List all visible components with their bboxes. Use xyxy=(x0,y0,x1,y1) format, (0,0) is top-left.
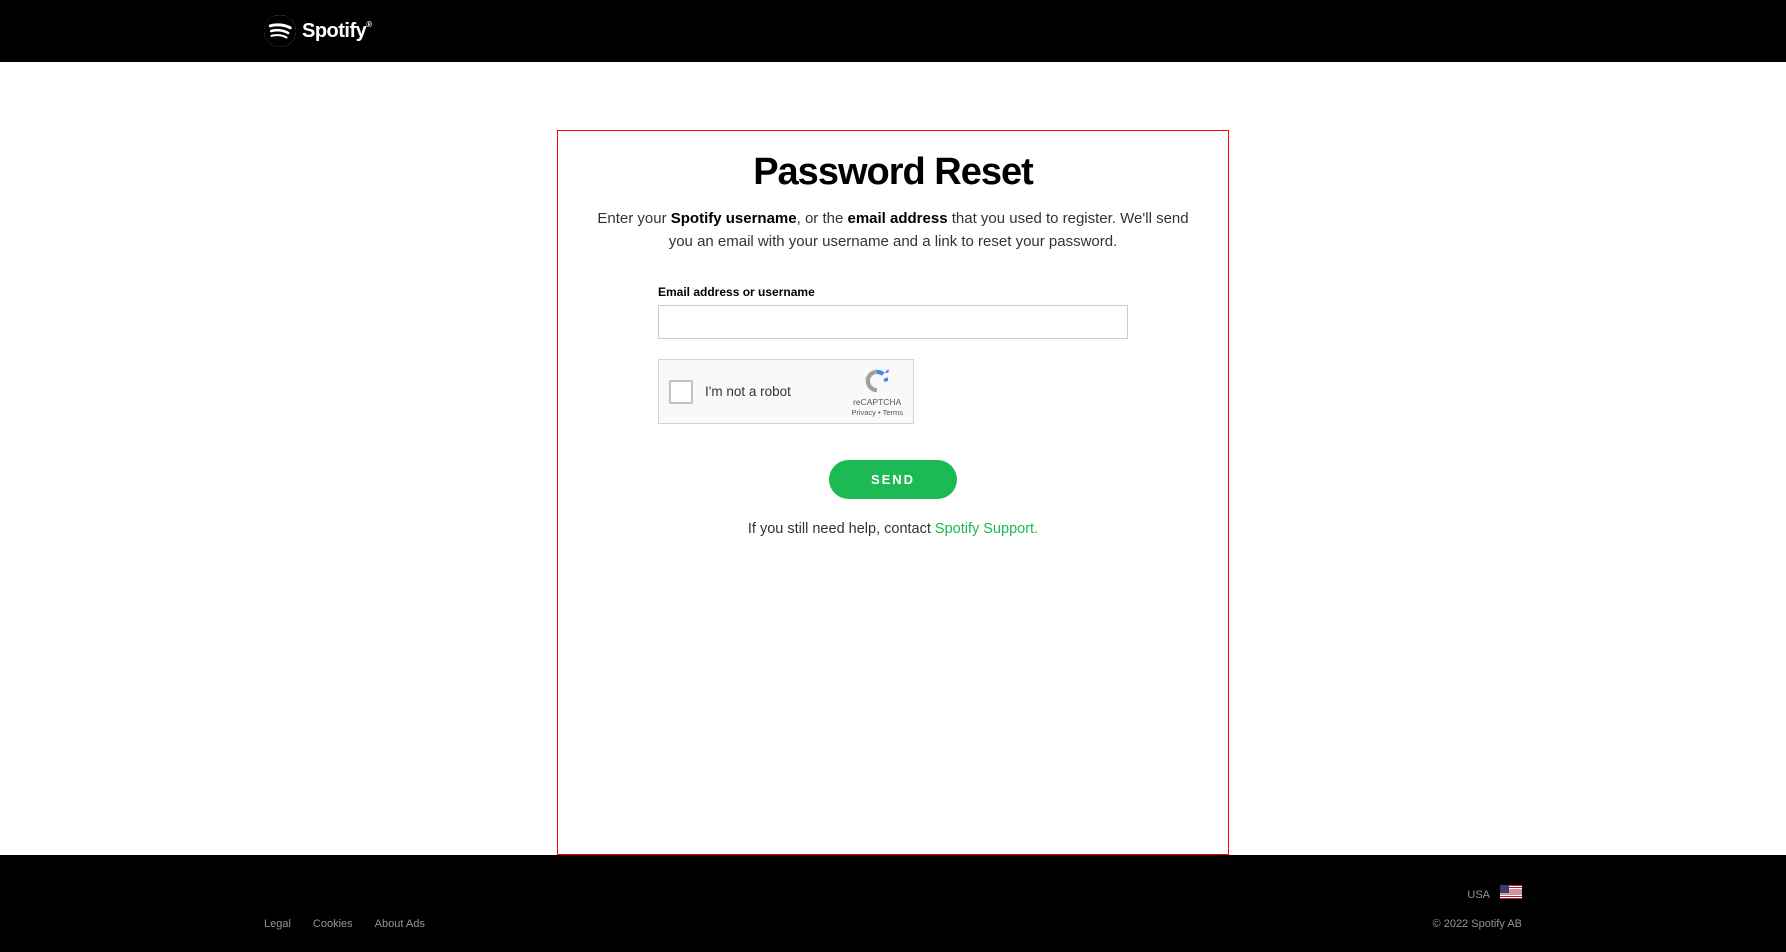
cookies-link[interactable]: Cookies xyxy=(313,918,353,930)
page-title: Password Reset xyxy=(588,151,1198,194)
footer: USA Legal Cookies About Ads © 2022 Spoti… xyxy=(0,855,1786,952)
spotify-logo-link[interactable]: Spotify® xyxy=(264,15,372,47)
description-text: Enter your Spotify username, or the emai… xyxy=(588,208,1198,253)
recaptcha-icon xyxy=(863,367,891,395)
country-label: USA xyxy=(1467,889,1490,901)
recaptcha-label: I'm not a robot xyxy=(705,384,851,399)
recaptcha-widget: I'm not a robot reCAPTCHA Privacy • Term… xyxy=(658,359,914,424)
spotify-support-link[interactable]: Spotify Support. xyxy=(935,521,1038,537)
spotify-icon xyxy=(264,15,296,47)
country-selector[interactable] xyxy=(1500,885,1522,904)
recaptcha-checkbox[interactable] xyxy=(669,380,693,404)
email-username-label: Email address or username xyxy=(658,285,1128,299)
about-ads-link[interactable]: About Ads xyxy=(375,918,425,930)
password-reset-card: Password Reset Enter your Spotify userna… xyxy=(557,130,1229,855)
recaptcha-branding: reCAPTCHA Privacy • Terms xyxy=(851,367,903,417)
email-username-input[interactable] xyxy=(658,305,1128,339)
footer-links: Legal Cookies About Ads xyxy=(264,918,425,930)
footer-bottom-row: Legal Cookies About Ads © 2022 Spotify A… xyxy=(264,918,1522,930)
footer-country-row: USA xyxy=(264,885,1522,904)
help-text: If you still need help, contact Spotify … xyxy=(658,521,1128,537)
copyright-text: © 2022 Spotify AB xyxy=(1433,918,1522,930)
main-content: Password Reset Enter your Spotify userna… xyxy=(0,62,1786,855)
recaptcha-privacy-link[interactable]: Privacy xyxy=(851,408,876,417)
spotify-wordmark: Spotify® xyxy=(302,20,372,43)
send-button[interactable]: SEND xyxy=(829,460,957,499)
header: Spotify® xyxy=(0,0,1786,62)
form-area: Email address or username I'm not a robo… xyxy=(658,285,1128,537)
usa-flag-icon xyxy=(1500,885,1522,899)
send-row: SEND xyxy=(658,460,1128,499)
legal-link[interactable]: Legal xyxy=(264,918,291,930)
recaptcha-terms-link[interactable]: Terms xyxy=(883,408,903,417)
